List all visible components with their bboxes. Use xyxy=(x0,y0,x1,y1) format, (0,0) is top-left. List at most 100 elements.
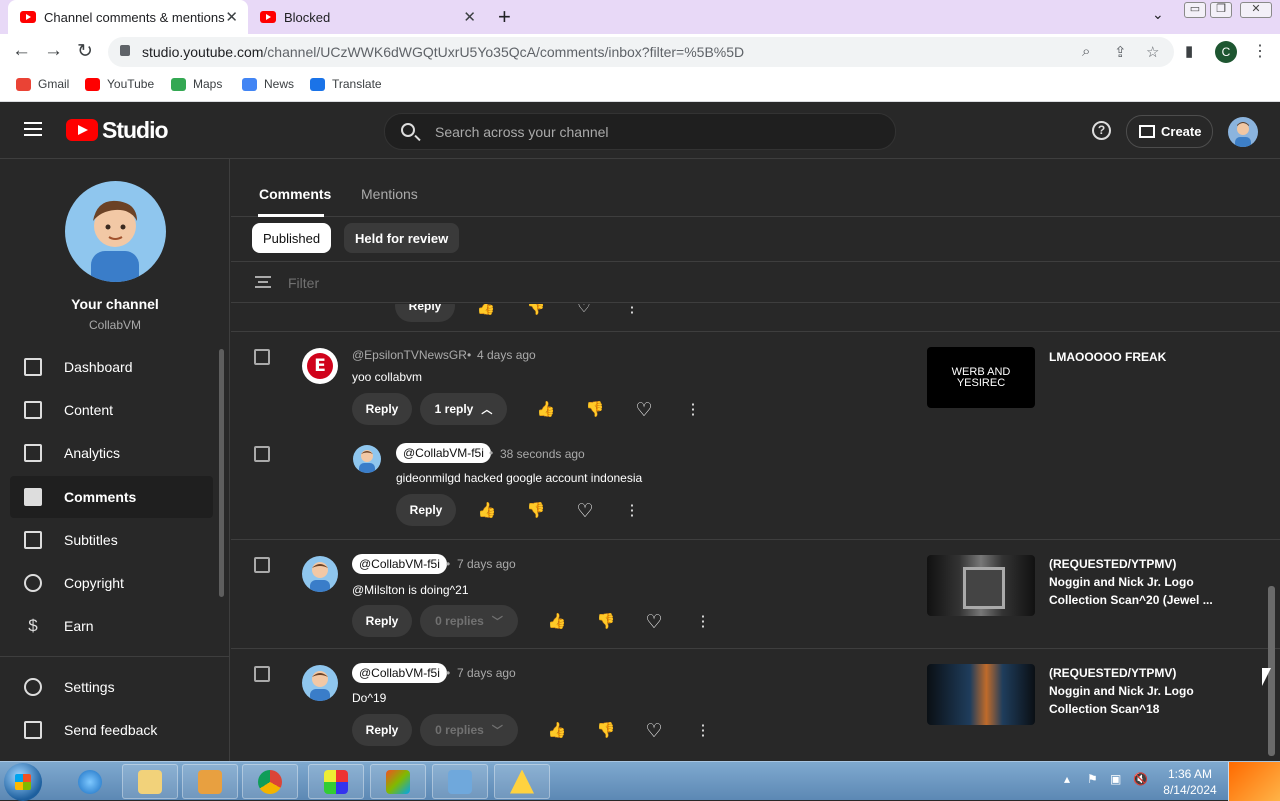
create-button[interactable]: Create xyxy=(1126,115,1213,148)
sidebar-item-analytics[interactable]: Analytics xyxy=(10,432,213,474)
replies-toggle-button[interactable]: 0 replies ﹀ xyxy=(420,714,518,746)
hamburger-menu-icon[interactable] xyxy=(24,122,42,136)
heart-icon[interactable]: ♡ xyxy=(634,399,654,422)
dislike-icon[interactable]: 👎 xyxy=(526,304,546,316)
reply-avatar[interactable] xyxy=(353,445,381,473)
comment-checkbox[interactable] xyxy=(254,557,270,573)
help-icon[interactable]: ? xyxy=(1092,121,1111,140)
youtube-logo-icon[interactable] xyxy=(66,119,98,141)
bookmark-star-icon[interactable]: ☆ xyxy=(1146,43,1159,61)
comment-checkbox[interactable] xyxy=(254,666,270,682)
heart-icon[interactable]: ♡ xyxy=(644,611,664,634)
reload-icon[interactable]: ↻ xyxy=(77,40,93,63)
browser-tab-blocked[interactable]: Blocked ✕ xyxy=(250,0,486,34)
reply-button[interactable]: Reply xyxy=(352,393,412,425)
share-icon[interactable]: ⇪ xyxy=(1114,43,1127,61)
action-center-icon[interactable]: ⚑ xyxy=(1087,772,1098,786)
like-icon[interactable]: 👍 xyxy=(536,400,556,418)
volume-muted-icon[interactable]: 🔇 xyxy=(1133,772,1148,786)
filter-icon[interactable] xyxy=(255,276,271,288)
address-bar[interactable]: studio.youtube.com/channel/UCzWWK6dWGQtU… xyxy=(108,37,1174,67)
comment-author[interactable]: @CollabVM-f5i xyxy=(352,554,447,574)
comment-checkbox[interactable] xyxy=(254,349,270,365)
file-explorer-icon[interactable] xyxy=(122,764,178,799)
minimize-window-icon[interactable]: ▭ xyxy=(1184,2,1206,18)
video-thumbnail[interactable] xyxy=(927,555,1035,616)
zoom-icon[interactable]: ⌕ xyxy=(1082,43,1090,60)
url-text[interactable]: studio.youtube.com/channel/UCzWWK6dWGQtU… xyxy=(142,44,744,60)
tab-mentions[interactable]: Mentions xyxy=(361,186,418,202)
heart-icon[interactable]: ♡ xyxy=(574,304,594,316)
bookmark-youtube[interactable]: YouTube xyxy=(85,77,154,91)
new-tab-icon[interactable]: + xyxy=(498,4,511,30)
start-button[interactable] xyxy=(4,763,42,801)
heart-icon[interactable]: ♡ xyxy=(575,500,595,523)
profile-avatar[interactable]: C xyxy=(1215,41,1237,63)
bookmark-gmail[interactable]: Gmail xyxy=(16,77,69,91)
reply-author[interactable]: @CollabVM-f5i xyxy=(396,443,491,463)
video-title[interactable]: LMAOOOOO FREAK xyxy=(1049,348,1214,366)
comment-author[interactable]: @EpsilonTVNewsGR xyxy=(352,348,467,362)
commenter-avatar[interactable] xyxy=(302,556,338,592)
search-input[interactable]: Search across your channel xyxy=(435,124,609,140)
sidebar-item-settings[interactable]: Settings xyxy=(10,666,213,708)
heart-icon[interactable]: ♡ xyxy=(644,720,664,743)
dislike-icon[interactable]: 👎 xyxy=(526,501,546,519)
internet-explorer-icon[interactable] xyxy=(62,764,118,799)
menu-kebab-icon[interactable]: ⋮ xyxy=(1252,41,1268,61)
sidebar-item-comments[interactable]: Comments xyxy=(10,476,213,518)
tab-comments[interactable]: Comments xyxy=(259,186,331,202)
sidebar-item-earn[interactable]: $ Earn xyxy=(10,605,213,647)
bookmark-translate[interactable]: Translate xyxy=(310,77,382,91)
bookmark-news[interactable]: News xyxy=(242,77,294,91)
sidebar-item-content[interactable]: Content xyxy=(10,389,213,431)
chip-published[interactable]: Published xyxy=(252,223,332,253)
reply-time[interactable]: 38 seconds ago xyxy=(500,447,585,461)
like-icon[interactable]: 👍 xyxy=(547,721,567,739)
channel-avatar[interactable] xyxy=(65,181,166,282)
dislike-icon[interactable]: 👎 xyxy=(596,612,616,630)
replies-toggle-button[interactable]: 0 replies ﹀ xyxy=(420,605,518,637)
warning-app-icon[interactable] xyxy=(494,764,550,799)
close-tab-icon[interactable]: ✕ xyxy=(225,8,238,26)
sidebar-item-subtitles[interactable]: Subtitles xyxy=(10,519,213,561)
comment-time[interactable]: 4 days ago xyxy=(477,348,536,362)
more-options-icon[interactable]: ⋮ xyxy=(693,721,713,739)
studio-logo-text[interactable]: Studio xyxy=(102,117,169,144)
video-thumbnail[interactable] xyxy=(927,664,1035,725)
sidebar-item-dashboard[interactable]: Dashboard xyxy=(10,346,213,388)
lock-icon[interactable] xyxy=(120,45,130,56)
comment-author[interactable]: @CollabVM-f5i xyxy=(352,663,447,683)
reply-button[interactable]: Reply xyxy=(396,494,456,526)
reply-button[interactable]: Reply xyxy=(352,714,412,746)
account-avatar[interactable] xyxy=(1228,117,1258,147)
comment-time[interactable]: 7 days ago xyxy=(457,557,516,571)
forward-arrow-icon[interactable]: → xyxy=(44,40,63,62)
filter-input[interactable]: Filter xyxy=(288,275,319,291)
system-clock[interactable]: 1:36 AM 8/14/2024 xyxy=(1158,766,1222,798)
like-icon[interactable]: 👍 xyxy=(547,612,567,630)
dislike-filled-icon[interactable]: 👎 xyxy=(585,400,605,418)
paint-app-icon[interactable] xyxy=(308,764,364,799)
comment-time[interactable]: 7 days ago xyxy=(457,666,516,680)
close-window-icon[interactable]: ✕ xyxy=(1240,2,1272,18)
bookmark-maps[interactable]: Maps xyxy=(171,77,222,91)
control-panel-icon[interactable] xyxy=(432,764,488,799)
commenter-avatar[interactable] xyxy=(302,665,338,701)
back-arrow-icon[interactable]: ← xyxy=(12,40,31,62)
reply-button[interactable]: Reply xyxy=(395,304,455,322)
tray-expand-icon[interactable]: ▴ xyxy=(1064,772,1070,786)
more-options-icon[interactable]: ⋮ xyxy=(683,400,703,418)
video-title[interactable]: (REQUESTED/YTPMV) Noggin and Nick Jr. Lo… xyxy=(1049,555,1214,609)
browser-tab-comments[interactable]: Channel comments & mentions ✕ xyxy=(8,0,248,34)
side-panel-icon[interactable]: ▮ xyxy=(1185,42,1193,60)
more-options-icon[interactable]: ⋮ xyxy=(622,501,642,519)
filter-bar[interactable]: Filter xyxy=(231,261,1280,303)
dislike-icon[interactable]: 👎 xyxy=(596,721,616,739)
commenter-avatar[interactable]: E xyxy=(302,348,338,384)
reply-button[interactable]: Reply xyxy=(352,605,412,637)
search-bar[interactable]: Search across your channel xyxy=(384,113,896,150)
media-player-icon[interactable] xyxy=(182,764,238,799)
chrome-icon[interactable] xyxy=(242,764,298,799)
windows-update-icon[interactable] xyxy=(370,764,426,799)
